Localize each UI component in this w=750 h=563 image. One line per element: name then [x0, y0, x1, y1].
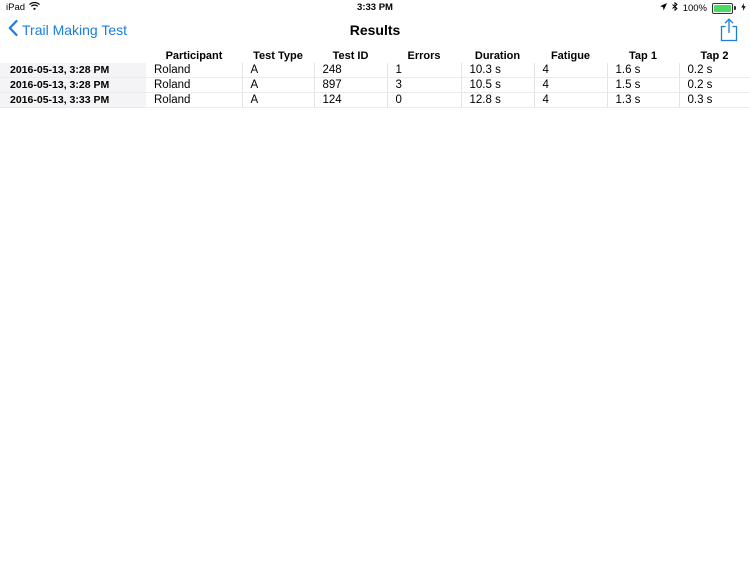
- row-timestamp: 2016-05-13, 3:28 PM: [0, 77, 146, 93]
- column-header-duration: Duration: [474, 49, 521, 62]
- row-timestamp: 2016-05-13, 3:33 PM: [0, 92, 146, 108]
- cell-tap1: 1.3 s: [607, 92, 680, 108]
- cell-duration: 12.8 s: [461, 92, 535, 108]
- column-header-fatigue: Fatigue: [550, 49, 591, 62]
- cell-participant: Roland: [146, 77, 243, 93]
- column-header-participant: Participant: [165, 49, 223, 62]
- column-header-errors: Errors: [407, 49, 441, 62]
- table-row[interactable]: 2016-05-13, 3:33 PM Roland A 124 0 12.8 …: [0, 92, 750, 108]
- column-header-timestamp: [0, 48, 146, 63]
- table-row[interactable]: 2016-05-13, 3:28 PM Roland A 248 1 10.3 …: [0, 63, 750, 78]
- cell-fatigue: 4: [534, 77, 608, 93]
- cell-tap2: 0.2 s: [679, 63, 750, 78]
- cell-tap1: 1.5 s: [607, 77, 680, 93]
- battery-body: [712, 2, 733, 14]
- cell-participant: Roland: [146, 63, 243, 78]
- column-header-tap1: Tap 1: [629, 49, 657, 62]
- cell-test-type: A: [242, 92, 315, 108]
- battery-icon: [712, 2, 736, 14]
- share-button[interactable]: [720, 18, 738, 47]
- battery-percent: 100%: [682, 2, 707, 14]
- cell-participant: Roland: [146, 92, 243, 108]
- cell-test-id: 248: [314, 63, 388, 78]
- cell-tap2: 0.3 s: [679, 92, 750, 108]
- cell-tap1: 1.6 s: [607, 63, 680, 78]
- battery-cap: [734, 6, 736, 10]
- cell-test-id: 124: [314, 92, 388, 108]
- row-timestamp: 2016-05-13, 3:28 PM: [0, 63, 146, 78]
- column-header-test-type: Test Type: [253, 49, 303, 62]
- battery-fill: [714, 4, 731, 12]
- cell-fatigue: 4: [534, 63, 608, 78]
- cell-errors: 1: [387, 63, 462, 78]
- cell-errors: 3: [387, 77, 462, 93]
- navigation-bar: Trail Making Test Results: [0, 16, 750, 46]
- cell-duration: 10.5 s: [461, 77, 535, 93]
- location-arrow-icon: [659, 2, 667, 14]
- cell-errors: 0: [387, 92, 462, 108]
- page-title: Results: [349, 22, 401, 38]
- status-time: 3:33 PM: [357, 2, 393, 13]
- table-row[interactable]: 2016-05-13, 3:28 PM Roland A 897 3 10.5 …: [0, 77, 750, 93]
- cell-fatigue: 4: [534, 92, 608, 108]
- column-header-tap2: Tap 2: [700, 49, 729, 62]
- cell-test-type: A: [242, 63, 315, 78]
- share-icon: [720, 18, 738, 46]
- cell-duration: 10.3 s: [461, 63, 535, 78]
- cell-test-type: A: [242, 77, 315, 93]
- charging-bolt-icon: [741, 2, 746, 14]
- table-header-row: Participant Test Type Test ID Errors Dur…: [0, 48, 750, 63]
- status-right: 100%: [659, 1, 746, 14]
- column-header-test-id: Test ID: [332, 49, 369, 62]
- cell-test-id: 897: [314, 77, 388, 93]
- results-table: Participant Test Type Test ID Errors Dur…: [0, 48, 750, 108]
- cell-tap2: 0.2 s: [679, 77, 750, 93]
- bluetooth-icon: [671, 1, 678, 14]
- status-bar: iPad 3:33 PM 100%: [0, 0, 750, 16]
